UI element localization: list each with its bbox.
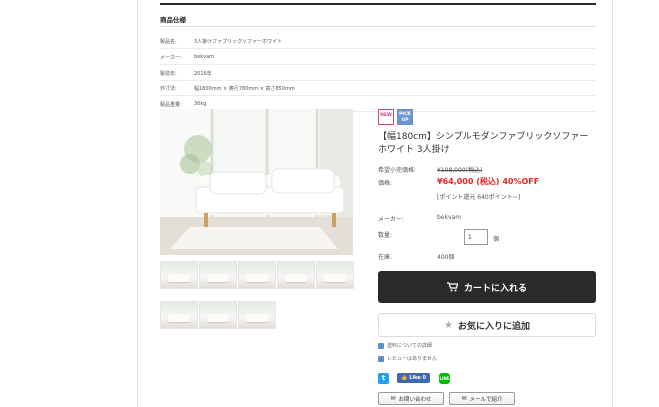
product-thumbnail[interactable] xyxy=(160,301,198,329)
stock-value: 400個 xyxy=(437,254,455,261)
spec-key: 外寸法: xyxy=(160,86,177,92)
product-thumbnail[interactable] xyxy=(238,301,276,329)
spec-key: 製品名: xyxy=(160,39,177,45)
add-to-favorites-button[interactable]: ★ お気に入りに追加 xyxy=(378,313,596,337)
sofa-photo-illustration xyxy=(160,109,353,255)
contact-label: お問い合わせ xyxy=(398,396,432,403)
spec-value: 幅1800mm × 奥行780mm × 高さ850mm xyxy=(194,86,295,92)
quantity-input[interactable]: 1 xyxy=(464,229,488,245)
cart-icon xyxy=(446,282,458,292)
add-to-cart-label: カートに入れる xyxy=(463,283,527,294)
add-to-favorites-label: お気に入りに追加 xyxy=(457,321,530,332)
section-divider xyxy=(160,3,596,5)
spec-value: 30kg xyxy=(194,101,207,107)
mail-share-button[interactable]: ✉ メールで紹介 xyxy=(449,392,515,405)
spec-section-title: 商品仕様 xyxy=(160,16,186,24)
list-price: ¥108,000(税込) xyxy=(437,167,483,174)
product-thumbnail[interactable] xyxy=(199,301,237,329)
spec-row: 外寸法: 幅1800mm × 奥行780mm × 高さ850mm xyxy=(160,80,596,96)
product-thumbnail[interactable] xyxy=(199,261,237,289)
star-icon: ★ xyxy=(444,319,453,331)
quantity-unit: 個 xyxy=(493,236,500,243)
contact-icon: ✉ xyxy=(390,395,396,402)
price-label: 価格: xyxy=(378,180,393,187)
add-to-cart-button[interactable]: カートに入れる xyxy=(378,271,596,303)
line-icon: LINE xyxy=(439,376,450,381)
spec-row: 製品名: 3人掛けファブリックソファーホワイト xyxy=(160,33,596,49)
product-thumbnail[interactable] xyxy=(238,261,276,289)
spec-value: 2016年 xyxy=(194,71,212,77)
pick-up-badge: PICK UP xyxy=(397,109,413,125)
product-thumbnail[interactable] xyxy=(316,261,354,289)
spec-value: 3人掛けファブリックソファーホワイト xyxy=(194,39,283,45)
new-badge: NEW xyxy=(378,109,394,125)
spec-key: メーカー: xyxy=(160,55,182,61)
sale-price: ¥64,000 (税込) 40%OFF xyxy=(437,177,540,186)
points-info: [ポイント還元 640ポイント~] xyxy=(437,194,521,201)
stock-label: 在庫: xyxy=(378,254,393,261)
product-thumbnail[interactable] xyxy=(277,261,315,289)
spec-divider xyxy=(160,26,596,27)
mail-share-label: メールで紹介 xyxy=(469,396,503,403)
shipping-link-label: 送料についての詳細 xyxy=(387,343,432,349)
contact-button[interactable]: ✉ お問い合わせ xyxy=(378,392,444,405)
product-title: 【幅180cm】シンプルモダンファブリックソファー ホワイト 3人掛け xyxy=(378,132,589,155)
facebook-like-label: Like 0 xyxy=(409,375,426,381)
shipping-link[interactable]: 送料についての詳細 xyxy=(378,342,432,349)
review-link-label: レビューはありません xyxy=(387,356,437,362)
maker-value: bekvam xyxy=(437,214,462,221)
spec-row: 製造年: 2016年 xyxy=(160,65,596,81)
twitter-share-button[interactable]: t xyxy=(378,373,389,384)
review-icon xyxy=(378,355,384,362)
spec-value: bekvam xyxy=(194,54,215,60)
maker-label: メーカー: xyxy=(378,216,405,223)
list-price-label: 希望小売価格: xyxy=(378,167,417,174)
spec-key: 製造年: xyxy=(160,71,177,77)
line-share-button[interactable]: LINE xyxy=(439,373,450,384)
twitter-icon: t xyxy=(381,374,386,382)
review-link[interactable]: レビューはありません xyxy=(378,355,437,362)
quantity-label: 数量: xyxy=(378,232,393,239)
spec-row: メーカー: bekvam xyxy=(160,49,596,65)
mail-icon: ✉ xyxy=(461,395,467,402)
thumbs-up-icon: 👍 xyxy=(401,375,408,381)
link-icon xyxy=(378,342,384,349)
facebook-like-button[interactable]: 👍 Like 0 xyxy=(397,373,430,383)
product-thumbnail[interactable] xyxy=(160,261,198,289)
spec-key: 製品重量: xyxy=(160,102,182,108)
product-main-image[interactable] xyxy=(160,109,353,255)
